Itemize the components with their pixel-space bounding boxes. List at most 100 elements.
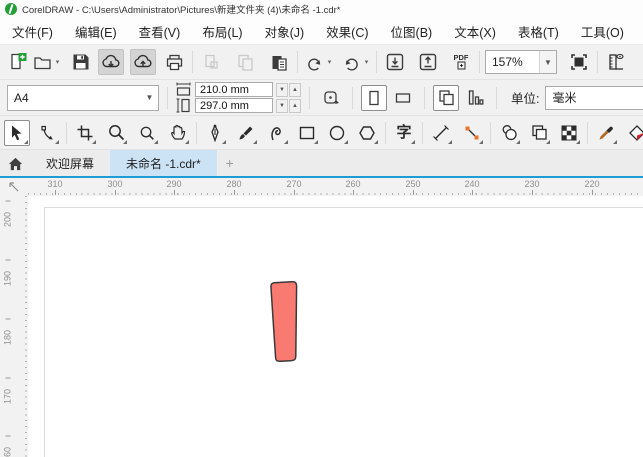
page-size-caret-icon[interactable]: ▼ xyxy=(141,86,158,110)
page-dimensions-button[interactable] xyxy=(462,85,488,111)
artistic-media-tool[interactable] xyxy=(233,120,259,146)
page-size-combo[interactable]: A4 ▼ xyxy=(7,84,159,111)
text-tool-icon: 字 xyxy=(396,124,412,141)
pick-tool[interactable] xyxy=(4,119,30,146)
rectangle-tool[interactable] xyxy=(294,120,320,146)
portrait-orientation-button[interactable] xyxy=(361,84,387,111)
cut-button xyxy=(198,49,224,75)
tab-untitled-document[interactable]: 未命名 -1.cdr* xyxy=(110,150,217,176)
cloud-upload-icon xyxy=(134,54,152,68)
redo-button[interactable] xyxy=(340,49,362,75)
toolbox-separator xyxy=(66,121,67,144)
rectangle-icon xyxy=(299,126,315,139)
menu-effects[interactable]: 效果(C) xyxy=(315,18,379,44)
import-icon xyxy=(386,53,404,71)
show-rulers-button[interactable] xyxy=(603,49,629,75)
ruler-origin-icon[interactable] xyxy=(0,178,28,196)
eyedropper-icon xyxy=(599,126,613,139)
shape-layer xyxy=(270,281,298,362)
export-icon xyxy=(419,53,437,71)
menu-bitmaps[interactable]: 位图(B) xyxy=(380,18,444,44)
transparency-tool[interactable] xyxy=(526,120,552,146)
propbar-separator xyxy=(167,86,168,109)
undo-dropdown-caret[interactable]: ▾ xyxy=(325,58,334,66)
page-height-input[interactable]: 297.0 mm xyxy=(195,98,273,113)
zoom-out-tool[interactable] xyxy=(134,120,160,146)
pen-nib-icon xyxy=(211,123,219,142)
page-size-value: A4 xyxy=(14,90,29,105)
dimension-tool[interactable] xyxy=(428,120,454,146)
text-tool[interactable]: 字 xyxy=(391,120,417,146)
page-width-input[interactable]: 210.0 mm xyxy=(195,82,273,97)
page-height-icon xyxy=(176,98,190,113)
drawing-canvas[interactable] xyxy=(28,196,643,457)
horizontal-ruler[interactable]: 310 300 290 280 270 260 250 240 230 220 xyxy=(0,178,643,196)
landscape-orientation-button[interactable] xyxy=(390,85,416,111)
export-button[interactable] xyxy=(415,49,441,75)
save-button[interactable] xyxy=(68,49,94,75)
menu-object[interactable]: 对象(J) xyxy=(254,18,316,44)
redo-icon xyxy=(345,58,358,70)
ellipse-icon xyxy=(329,125,345,140)
menu-layout[interactable]: 布局(L) xyxy=(191,18,253,44)
toolbox-separator xyxy=(422,121,423,144)
pan-tool[interactable] xyxy=(165,120,191,146)
hand-icon xyxy=(170,124,185,140)
new-document-button[interactable] xyxy=(5,49,31,75)
undo-button[interactable] xyxy=(303,49,325,75)
ellipse-tool[interactable] xyxy=(324,120,350,146)
freehand-tool[interactable] xyxy=(264,120,290,146)
redo-dropdown-caret[interactable]: ▾ xyxy=(362,58,371,66)
mesh-fill-tool[interactable] xyxy=(556,120,582,146)
open-dropdown-caret[interactable]: ▾ xyxy=(53,58,62,66)
hruler-tick-label: 270 xyxy=(264,179,324,195)
magnifier-icon xyxy=(108,125,124,141)
vruler-tick-label: 200 xyxy=(2,206,15,234)
import-button[interactable] xyxy=(382,49,408,75)
drop-shadow-tool[interactable] xyxy=(496,120,522,146)
vertical-ruler[interactable]: 200 190 180 170 160 xyxy=(0,196,28,457)
cloud-open-button[interactable] xyxy=(98,49,124,75)
page-height-spinners[interactable]: ▼ ▲ xyxy=(276,98,301,113)
checkerboard-icon xyxy=(561,125,577,140)
pen-tool[interactable] xyxy=(202,120,228,146)
connector-tool[interactable] xyxy=(459,120,485,146)
zoom-combo-caret-icon[interactable]: ▼ xyxy=(539,51,556,73)
units-combo[interactable]: 毫米 ▼ xyxy=(545,85,643,110)
interactive-fill-tool[interactable] xyxy=(624,120,643,146)
toolbox-separator xyxy=(490,121,491,144)
polygon-icon xyxy=(359,125,375,140)
vruler-tick-label: 190 xyxy=(2,265,15,293)
cloud-save-button[interactable] xyxy=(130,49,156,75)
drawn-rounded-rectangle[interactable] xyxy=(270,281,298,362)
new-tab-button[interactable]: + xyxy=(217,150,243,176)
crop-tool[interactable] xyxy=(72,120,98,146)
polygon-tool[interactable] xyxy=(354,120,380,146)
page-dimension-icons xyxy=(176,82,191,113)
zoom-level-combo[interactable]: 157% ▼ xyxy=(485,50,557,74)
autofit-page-button[interactable] xyxy=(318,85,344,111)
copy-button xyxy=(232,49,258,75)
print-button[interactable] xyxy=(161,49,187,75)
menu-tools[interactable]: 工具(O) xyxy=(570,18,635,44)
tab-welcome-screen[interactable]: 欢迎屏幕 xyxy=(30,150,110,176)
hruler-tick-label: 310 xyxy=(25,179,85,195)
menu-view[interactable]: 查看(V) xyxy=(128,18,192,44)
page-width-spinners[interactable]: ▼ ▲ xyxy=(276,82,301,97)
shape-tool[interactable] xyxy=(35,120,61,146)
current-page-settings-button[interactable] xyxy=(433,84,459,111)
print-icon xyxy=(166,54,182,70)
publish-pdf-button[interactable]: PDF xyxy=(448,49,474,75)
paste-button[interactable] xyxy=(266,49,292,75)
zoom-tool[interactable] xyxy=(103,120,129,146)
menu-text[interactable]: 文本(X) xyxy=(443,18,507,44)
coreldraw-window: CorelDRAW - C:\Users\Administrator\Pictu… xyxy=(0,0,643,457)
menu-table[interactable]: 表格(T) xyxy=(507,18,570,44)
units-label: 单位: xyxy=(511,92,540,106)
menu-edit[interactable]: 编辑(E) xyxy=(64,18,128,44)
open-button[interactable] xyxy=(31,49,53,75)
menu-file[interactable]: 文件(F) xyxy=(1,18,64,44)
fullscreen-preview-button[interactable] xyxy=(566,49,592,75)
welcome-home-button[interactable] xyxy=(0,150,30,176)
eyedropper-tool[interactable] xyxy=(593,120,619,146)
